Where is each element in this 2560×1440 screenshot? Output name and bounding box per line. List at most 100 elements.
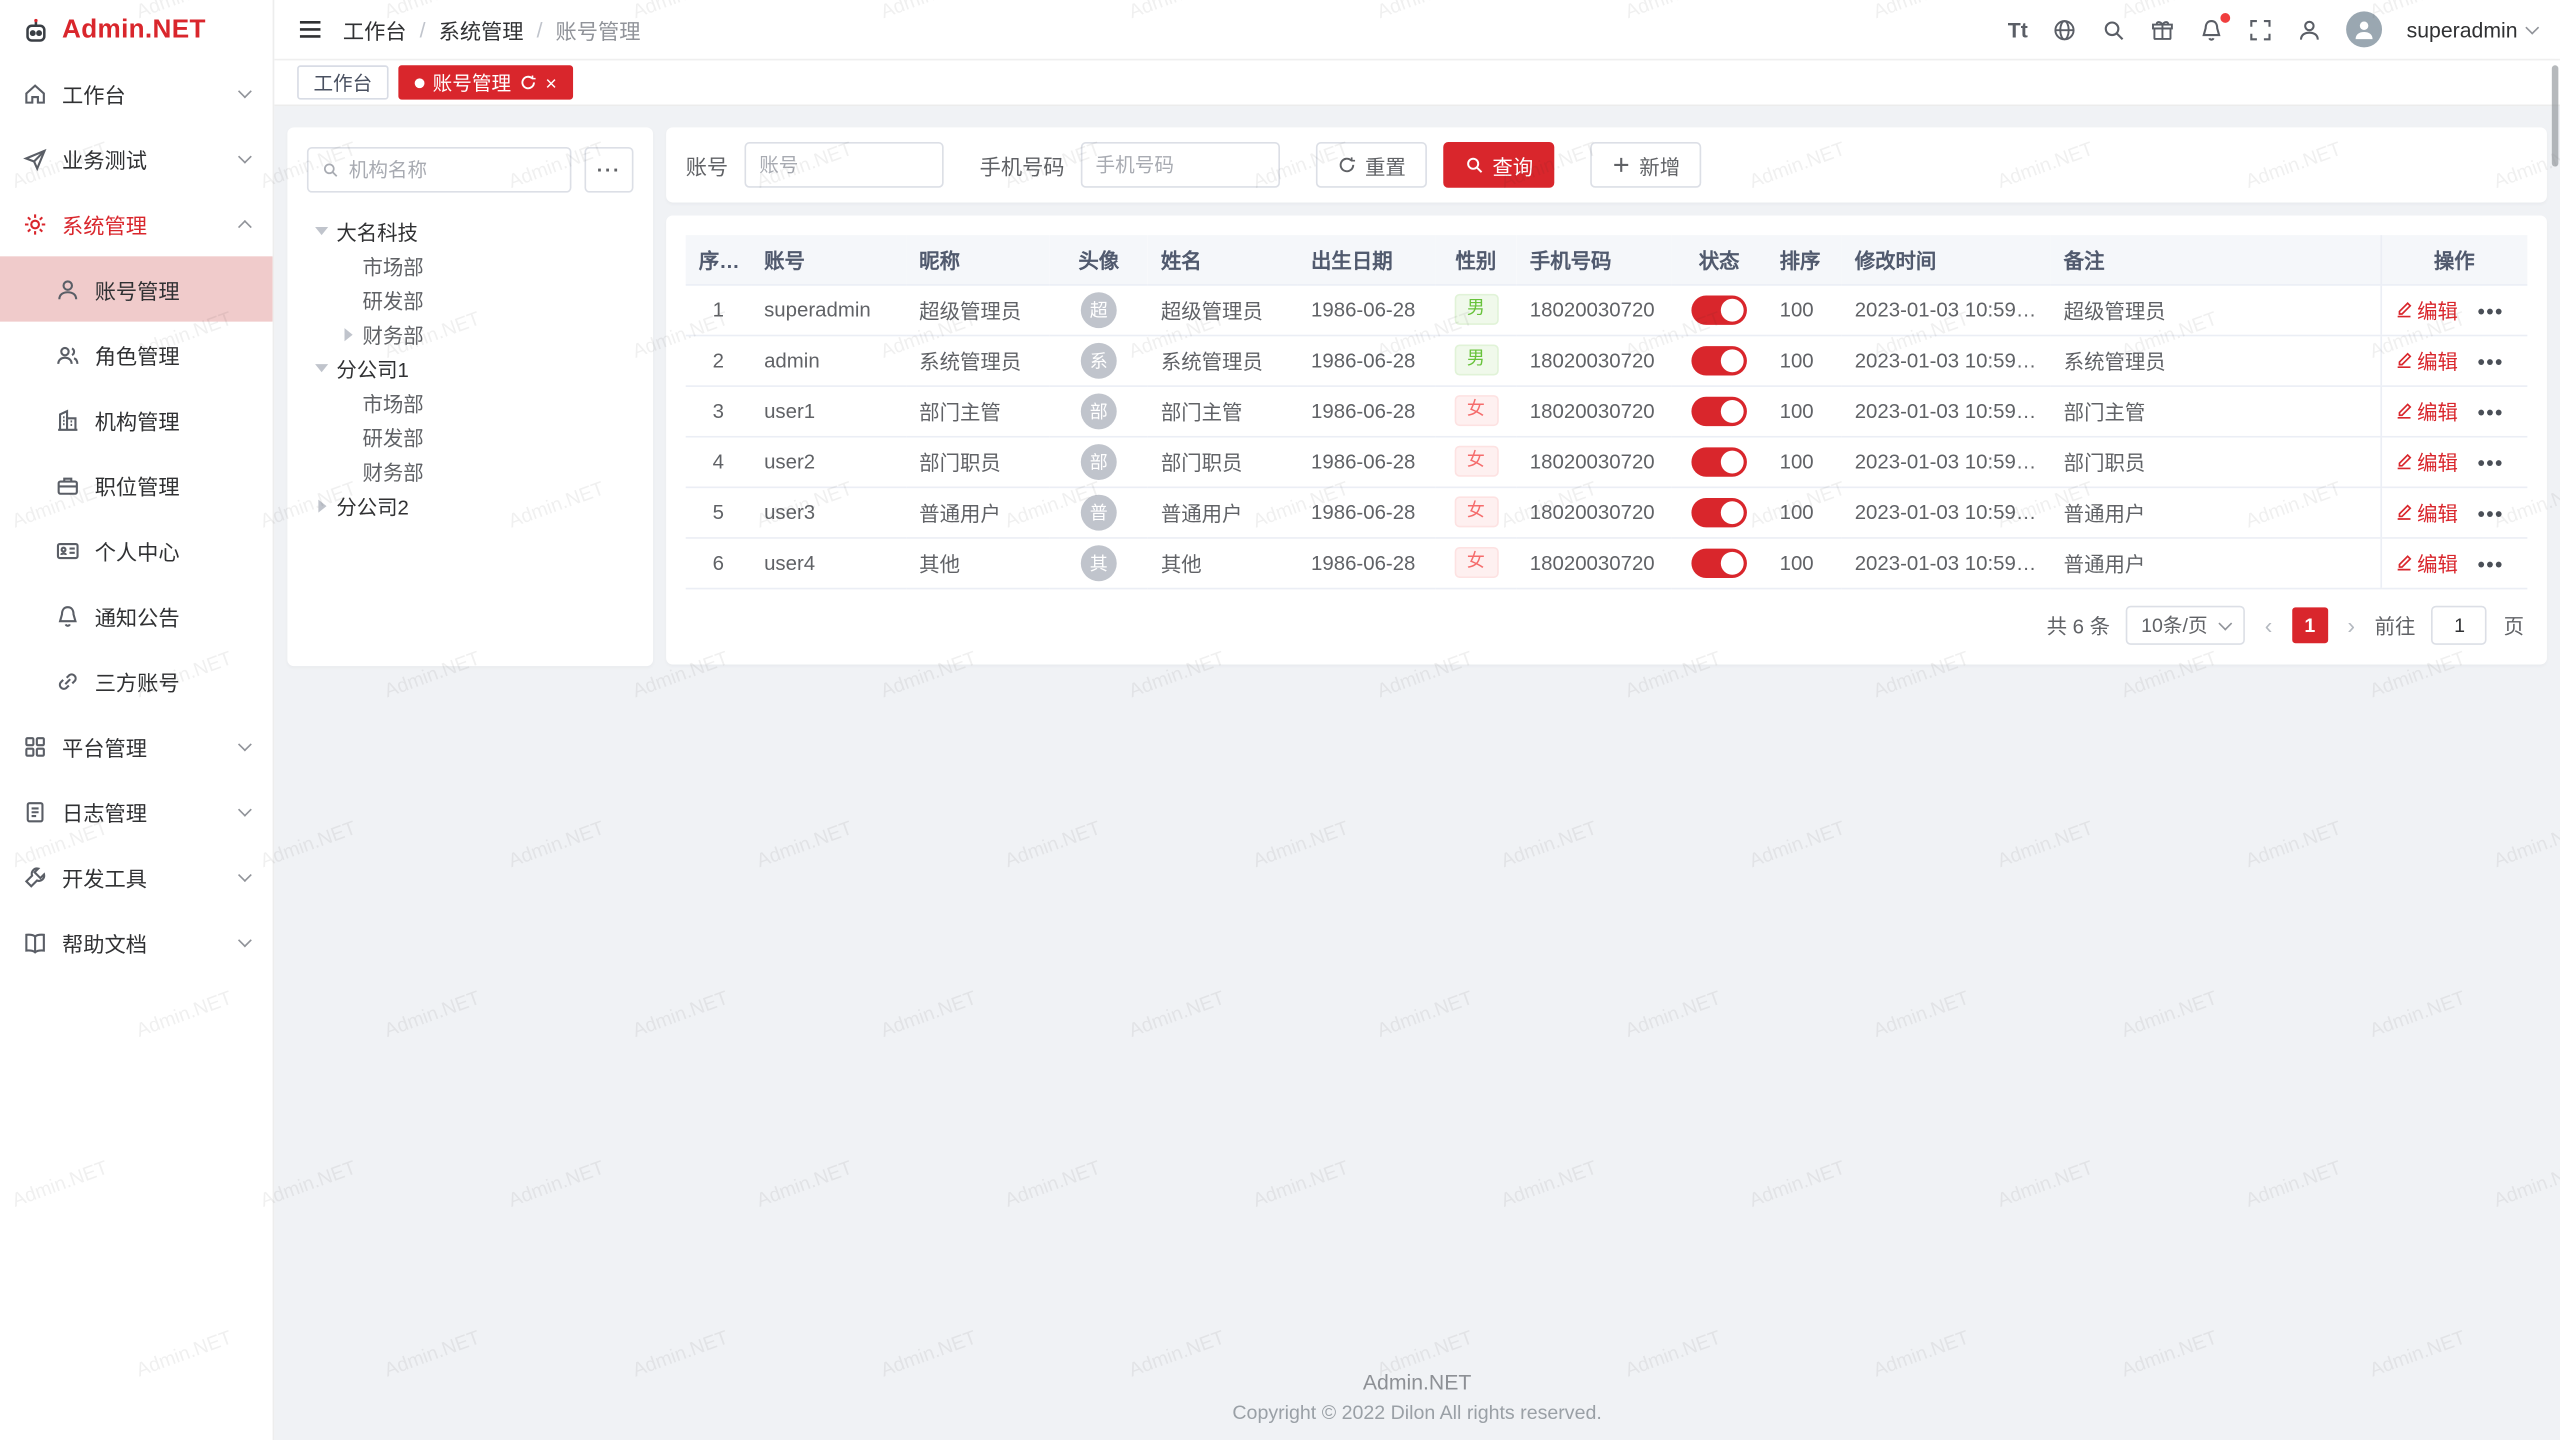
org-tree-panel: ··· 大名科技 市场部 研发部 财务部 分公司1 市场部 研发部 财务部 分公… (287, 127, 653, 666)
next-page-button[interactable]: › (2344, 611, 2358, 637)
more-actions-icon[interactable]: ••• (2478, 503, 2504, 526)
refresh-icon[interactable] (519, 73, 537, 91)
breadcrumb-item[interactable]: 系统管理 (439, 14, 524, 45)
globe-icon[interactable] (2052, 17, 2076, 41)
sidebar-item-thirdparty-account[interactable]: 三方账号 (0, 648, 273, 713)
status-toggle[interactable] (1691, 497, 1747, 526)
sidebar-item-label: 账号管理 (95, 273, 250, 304)
chevron-down-icon (238, 933, 252, 947)
prev-page-button[interactable]: ‹ (2261, 611, 2275, 637)
app-logo[interactable]: Admin.NET (0, 0, 273, 60)
page-number-current[interactable]: 1 (2292, 607, 2328, 643)
tree-node[interactable]: 研发部 (307, 420, 634, 454)
font-size-icon[interactable]: Tt (2008, 17, 2028, 41)
bell-icon[interactable] (2199, 17, 2223, 41)
phone-label: 手机号码 (980, 149, 1065, 180)
sidebar-item-notice[interactable]: 通知公告 (0, 583, 273, 648)
tree-node-label: 市场部 (362, 387, 423, 418)
sidebar-item-personal-center[interactable]: 个人中心 (0, 518, 273, 583)
sidebar-item-workbench[interactable]: 工作台 (0, 60, 273, 125)
more-options-icon[interactable]: ··· (584, 147, 633, 193)
column-header: 头像 (1050, 235, 1148, 284)
edit-button[interactable]: 编辑 (2394, 446, 2458, 477)
org-search-input[interactable] (349, 158, 557, 181)
close-icon[interactable]: × (545, 73, 556, 93)
status-toggle[interactable] (1691, 548, 1747, 577)
chevron-down-icon (238, 85, 252, 99)
more-actions-icon[interactable]: ••• (2478, 351, 2504, 374)
edit-icon (2394, 452, 2412, 470)
status-toggle[interactable] (1691, 345, 1747, 374)
status-toggle[interactable] (1691, 447, 1747, 476)
gift-icon[interactable] (2150, 17, 2174, 41)
goto-page-input[interactable] (2432, 605, 2488, 644)
sidebar-item-position-mgmt[interactable]: 职位管理 (0, 452, 273, 517)
status-toggle[interactable] (1691, 396, 1747, 425)
tree-node[interactable]: 财务部 (307, 454, 634, 488)
phone-input[interactable] (1081, 142, 1280, 188)
account-input[interactable] (745, 142, 944, 188)
gender-badge: 男 (1454, 344, 1498, 375)
sidebar-item-account-mgmt[interactable]: 账号管理 (0, 256, 273, 321)
tree-node[interactable]: 市场部 (307, 385, 634, 419)
edit-button[interactable]: 编辑 (2394, 344, 2458, 375)
fullscreen-icon[interactable] (2248, 17, 2272, 41)
edit-button[interactable]: 编辑 (2394, 496, 2458, 527)
caret-right-icon[interactable] (340, 326, 356, 342)
book-icon (23, 930, 47, 954)
tree-node-label: 财务部 (362, 318, 423, 349)
search-button[interactable]: 查询 (1443, 142, 1554, 188)
user-menu[interactable]: superadmin (2407, 17, 2538, 41)
chevron-down-icon (238, 803, 252, 817)
app-window: Admin.NET 工作台 业务测试 系统管理 账号管理 (0, 0, 2560, 1440)
sidebar-item-dev-tools[interactable]: 开发工具 (0, 844, 273, 909)
add-button[interactable]: 新增 (1590, 142, 1701, 188)
breadcrumb-item[interactable]: 工作台 (343, 14, 407, 45)
column-header: 性别 (1435, 235, 1517, 284)
sidebar-item-org-mgmt[interactable]: 机构管理 (0, 387, 273, 452)
breadcrumb-separator: / (420, 17, 426, 41)
table-row: 4 user2 部门职员 部 部门职员 1986-06-28 女 1802003… (686, 436, 2528, 487)
caret-right-icon[interactable] (313, 497, 329, 513)
tree-node[interactable]: 市场部 (307, 248, 634, 282)
caret-down-icon[interactable] (313, 360, 329, 376)
gender-badge: 女 (1454, 496, 1498, 527)
tree-node[interactable]: 分公司1 (307, 351, 634, 385)
caret-down-icon[interactable] (313, 223, 329, 239)
sidebar-item-system-mgmt[interactable]: 系统管理 (0, 191, 273, 256)
tab-workbench[interactable]: 工作台 (297, 65, 388, 99)
sidebar-item-label: 通知公告 (95, 600, 250, 631)
account-label: 账号 (686, 149, 728, 180)
tree-node-label: 研发部 (362, 284, 423, 315)
column-header: 操作 (2380, 235, 2527, 284)
avatar[interactable] (2346, 11, 2382, 47)
more-actions-icon[interactable]: ••• (2478, 452, 2504, 475)
send-icon (23, 146, 47, 170)
profile-icon[interactable] (2297, 17, 2321, 41)
tab-account-mgmt[interactable]: 账号管理 × (398, 65, 573, 99)
more-actions-icon[interactable]: ••• (2478, 300, 2504, 323)
tree-node[interactable]: 研发部 (307, 282, 634, 316)
sidebar-item-platform-mgmt[interactable]: 平台管理 (0, 713, 273, 778)
sidebar-item-help-docs[interactable]: 帮助文档 (0, 909, 273, 974)
sidebar-item-log-mgmt[interactable]: 日志管理 (0, 779, 273, 844)
edit-button[interactable]: 编辑 (2394, 547, 2458, 578)
more-actions-icon[interactable]: ••• (2478, 402, 2504, 425)
edit-button[interactable]: 编辑 (2394, 395, 2458, 426)
page-size-select[interactable]: 10条/页 (2126, 605, 2245, 644)
hamburger-menu-icon[interactable] (297, 16, 323, 42)
more-actions-icon[interactable]: ••• (2478, 553, 2504, 576)
reset-button[interactable]: 重置 (1316, 142, 1427, 188)
org-search-box[interactable] (307, 147, 571, 193)
sidebar-item-business-test[interactable]: 业务测试 (0, 126, 273, 191)
row-avatar: 超 (1081, 291, 1117, 327)
sidebar-item-role-mgmt[interactable]: 角色管理 (0, 322, 273, 387)
tree-node[interactable]: 财务部 (307, 317, 634, 351)
tree-node[interactable]: 大名科技 (307, 214, 634, 248)
scrollbar-thumb[interactable] (2552, 65, 2559, 166)
status-toggle[interactable] (1691, 295, 1747, 324)
edit-button[interactable]: 编辑 (2394, 294, 2458, 325)
search-icon[interactable] (2101, 17, 2125, 41)
tree-node[interactable]: 分公司2 (307, 488, 634, 522)
edit-icon (2394, 300, 2412, 318)
